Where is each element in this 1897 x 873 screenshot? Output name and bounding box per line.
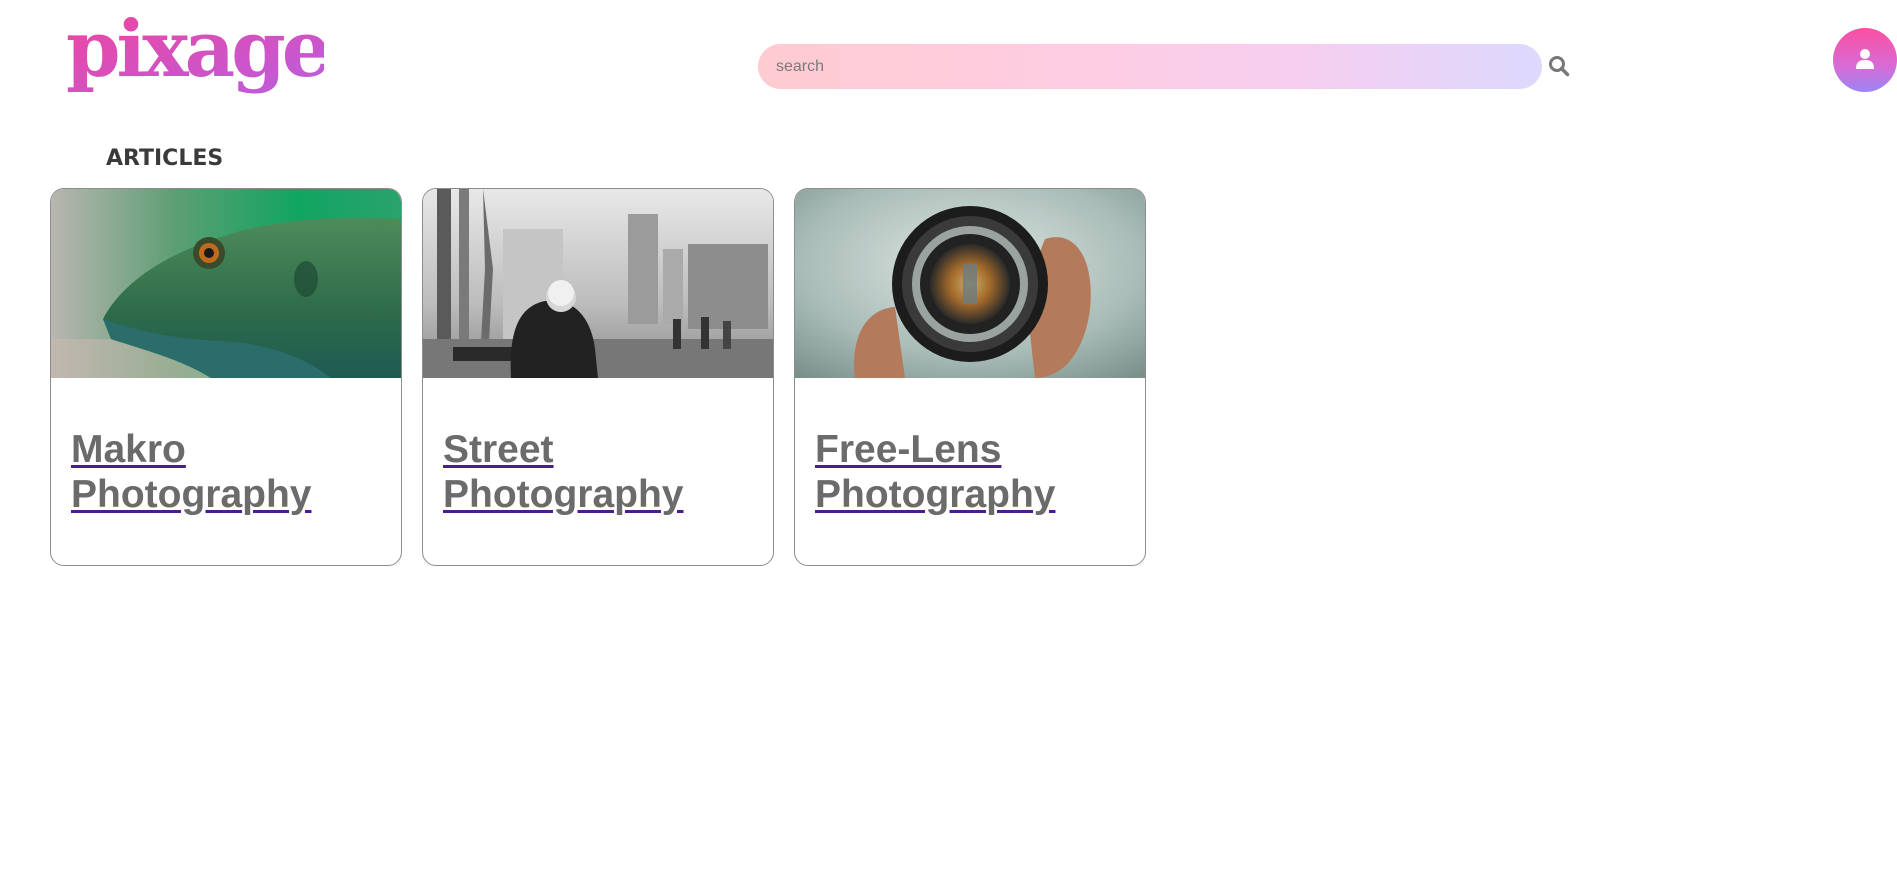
article-link-makro[interactable]: Makro Photography (71, 428, 312, 516)
search-input[interactable] (758, 44, 1542, 89)
search-bar (758, 44, 1542, 89)
article-link-free-lens[interactable]: Free-Lens Photography (815, 428, 1056, 516)
pixage-logo: pixage (66, 14, 324, 95)
article-card-free-lens[interactable]: Free-Lens Photography (794, 188, 1146, 566)
lizard-image[interactable] (51, 189, 402, 378)
logo-text: pixage (66, 14, 324, 95)
articles-heading: ARTICLES (106, 146, 224, 171)
article-title: Free-Lens Photography (815, 427, 1129, 517)
user-icon (1856, 49, 1874, 69)
lens-image[interactable] (795, 189, 1146, 378)
header: pixage (0, 0, 1897, 130)
user-avatar-button[interactable] (1833, 28, 1897, 92)
street-image[interactable] (423, 189, 774, 378)
article-card-street[interactable]: Street Photography (422, 188, 774, 566)
logo[interactable]: pixage (64, 14, 324, 106)
article-title: Makro Photography (71, 427, 385, 517)
article-title: Street Photography (443, 427, 757, 517)
article-link-street[interactable]: Street Photography (443, 428, 684, 516)
article-card-makro[interactable]: Makro Photography (50, 188, 402, 566)
search-icon[interactable] (1548, 55, 1570, 77)
